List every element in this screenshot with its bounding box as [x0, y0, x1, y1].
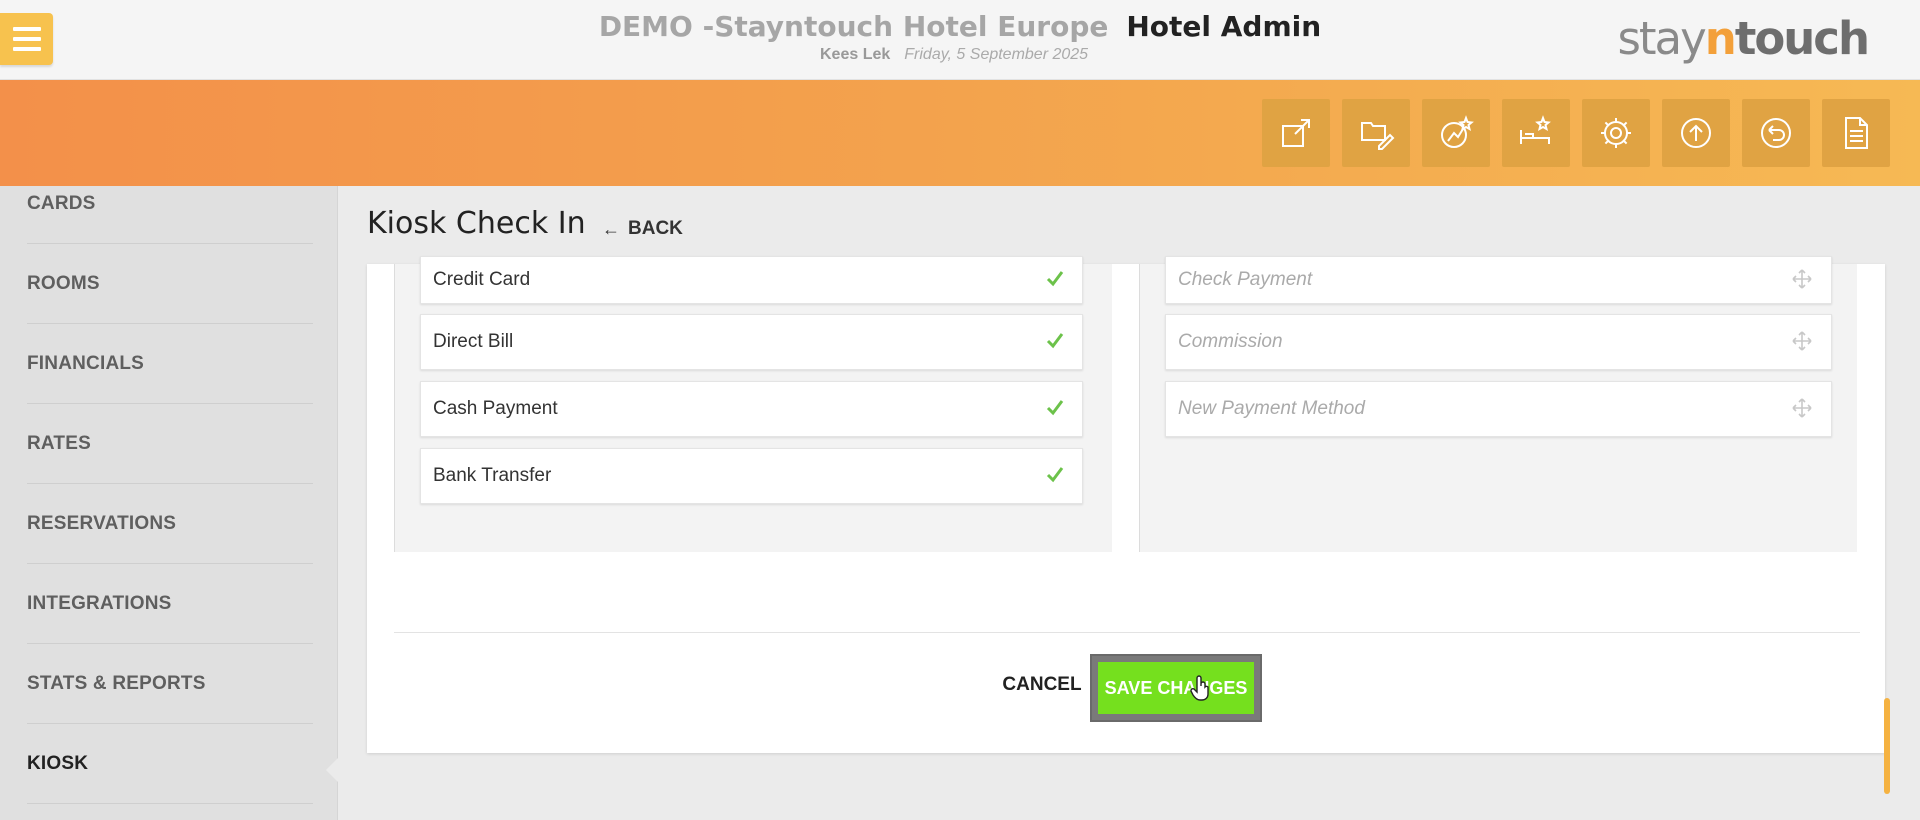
payment-method-item[interactable]: Commission [1165, 314, 1832, 370]
sidebar-item-integrations[interactable]: INTEGRATIONS [27, 564, 313, 644]
upload-icon [1681, 118, 1711, 148]
hand-cursor-icon [1190, 675, 1209, 701]
payment-method-label: Direct Bill [433, 331, 514, 352]
hamburger-menu-button[interactable] [0, 13, 53, 65]
save-button-focus-ring: SAVE CHANGES [1090, 654, 1262, 722]
top-header: DEMO -Stayntouch Hotel Europe Hotel Admin… [0, 0, 1920, 80]
check-icon [1046, 333, 1064, 349]
menu-line-icon [12, 47, 41, 51]
payment-method-item[interactable]: Credit Card [420, 256, 1083, 304]
undo-button[interactable] [1742, 99, 1810, 167]
external-link-button[interactable] [1262, 99, 1330, 167]
page-title: Kiosk Check In [367, 206, 586, 241]
available-payments-column: Check Payment Commission New Payment Met… [1139, 256, 1857, 552]
gear-icon [1601, 118, 1631, 148]
rooms-button[interactable] [1502, 99, 1570, 167]
arrow-left-icon: ← [602, 218, 620, 239]
payment-method-item[interactable]: Bank Transfer [420, 448, 1083, 504]
sidebar-nav: CARDS ROOMS FINANCIALS RATES RESERVATION… [0, 186, 338, 820]
admin-toolbar [1262, 99, 1890, 167]
move-icon[interactable] [1791, 268, 1813, 290]
payment-method-item[interactable]: New Payment Method [1165, 381, 1832, 437]
logo-text: touch [1734, 12, 1870, 65]
menu-line-icon [12, 27, 41, 31]
payment-method-item[interactable]: Check Payment [1165, 256, 1832, 304]
payment-method-item[interactable]: Direct Bill [420, 314, 1083, 370]
payment-method-label: New Payment Method [1178, 398, 1365, 419]
selected-payments-column: Credit Card Direct Bill Cash Payment Ban… [394, 256, 1112, 552]
bed-star-icon [1520, 115, 1551, 144]
sidebar-item-stats-reports[interactable]: STATS & REPORTS [27, 644, 313, 724]
payment-method-label: Credit Card [433, 269, 531, 290]
sidebar-item-financials[interactable]: FINANCIALS [27, 324, 313, 404]
current-date: Friday, 5 September 2025 [904, 46, 1089, 63]
move-icon[interactable] [1791, 397, 1813, 419]
sidebar-item-reservations[interactable]: RESERVATIONS [27, 484, 313, 564]
user-name: Kees Lek [820, 46, 891, 63]
sidebar-item-rooms[interactable]: ROOMS [27, 244, 313, 324]
back-button[interactable]: ← BACK [602, 218, 683, 240]
settings-button[interactable] [1582, 99, 1650, 167]
document-icon [1845, 117, 1868, 149]
external-link-icon [1282, 119, 1310, 147]
sidebar-item-kiosk[interactable]: KIOSK [27, 724, 313, 804]
payment-method-label: Commission [1178, 331, 1283, 352]
payment-method-label: Check Payment [1178, 269, 1313, 290]
move-icon[interactable] [1791, 330, 1813, 352]
check-icon [1046, 271, 1064, 287]
brand-logo: stayntouch [1617, 12, 1870, 65]
payment-methods-card: Credit Card Direct Bill Cash Payment Ban… [367, 256, 1885, 753]
card-divider [394, 632, 1860, 633]
check-icon [1046, 467, 1064, 483]
active-item-pointer [326, 756, 340, 784]
page-scrollbar[interactable] [1884, 698, 1890, 794]
reports-button[interactable] [1422, 99, 1490, 167]
sidebar-item-cards[interactable]: CARDS [27, 164, 313, 244]
save-changes-button[interactable]: SAVE CHANGES [1098, 662, 1254, 714]
menu-line-icon [12, 37, 41, 41]
upload-button[interactable] [1662, 99, 1730, 167]
cancel-button[interactable]: CANCEL [987, 657, 1097, 713]
section-name: Hotel Admin [1126, 10, 1322, 43]
hotel-name: DEMO -Stayntouch Hotel Europe [598, 10, 1109, 43]
payment-method-label: Bank Transfer [433, 465, 552, 486]
payment-method-item[interactable]: Cash Payment [420, 381, 1083, 437]
folder-edit-button[interactable] [1342, 99, 1410, 167]
chart-star-icon [1441, 115, 1474, 148]
folder-edit-icon [1361, 122, 1395, 150]
back-label: BACK [628, 218, 683, 239]
user-info: Kees Lek Friday, 5 September 2025 [820, 46, 1088, 64]
logo-text: n [1704, 12, 1737, 65]
sidebar-item-rates[interactable]: RATES [27, 404, 313, 484]
logo-text: stay [1617, 12, 1706, 65]
document-button[interactable] [1822, 99, 1890, 167]
payment-method-label: Cash Payment [433, 398, 558, 419]
check-icon [1046, 400, 1064, 416]
page-header: Kiosk Check In ← BACK [340, 186, 1888, 264]
undo-icon [1761, 118, 1791, 148]
